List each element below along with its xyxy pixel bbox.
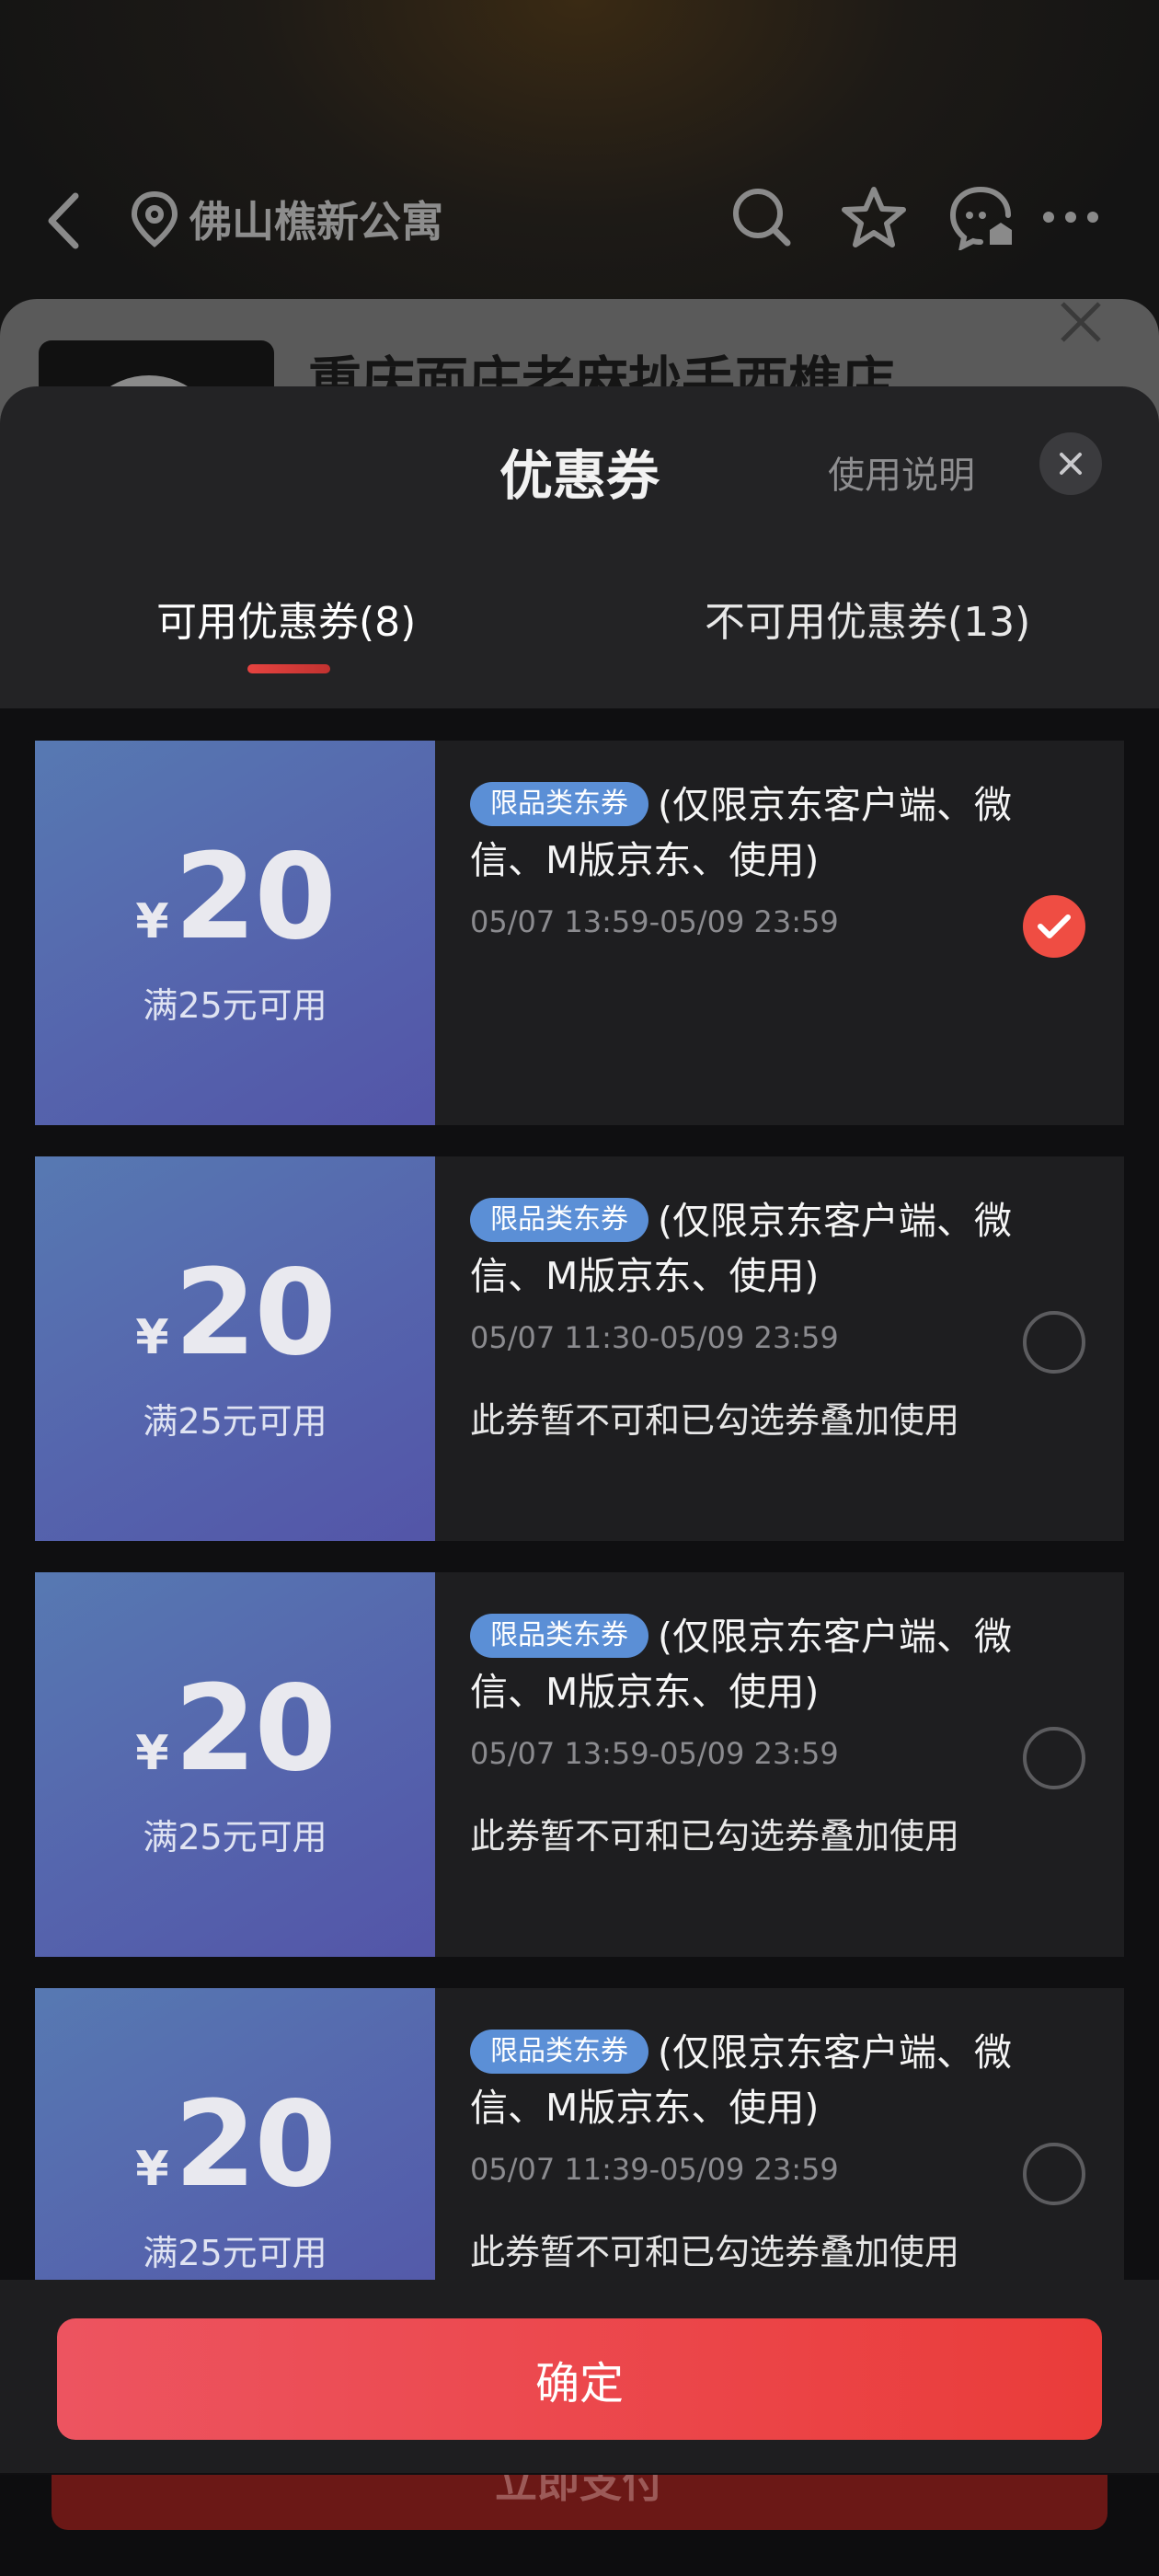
coupon-select-checkbox[interactable] (1023, 1727, 1085, 1789)
check-icon (1038, 914, 1071, 938)
location-name: 佛山樵新公寓 (189, 197, 443, 247)
coupon-amount: ¥ 20 (135, 2076, 337, 2214)
coupon-select-checkbox[interactable] (1023, 1311, 1085, 1374)
star-icon[interactable] (841, 184, 907, 250)
coupon-condition: 满25元可用 (143, 1816, 327, 1857)
coupon-list[interactable]: ¥ 20 满25元可用 限品类东券 (仅限京东客户端、微信、M版京东、使用) 05… (0, 708, 1159, 2475)
confirm-button[interactable]: 确定 (57, 2318, 1102, 2440)
coupon-condition: 满25元可用 (143, 1400, 327, 1442)
shop-title: 重庆面庄老麻抄手西樵店 (308, 351, 896, 394)
coupon-info-panel: 限品类东券 (仅限京东客户端、微信、M版京东、使用) 05/07 13:59-05… (435, 741, 1124, 1125)
coupon-card[interactable]: ¥ 20 满25元可用 限品类东券 (仅限京东客户端、微信、M版京东、使用) 05… (28, 741, 1124, 1125)
coupon-stacking-note: 此券暂不可和已勾选券叠加使用 (470, 1400, 960, 1441)
tab-available-coupons[interactable]: 可用优惠券(8) (156, 589, 416, 648)
coupon-type-tag: 限品类东券 (470, 2030, 648, 2074)
more-icon[interactable] (1038, 184, 1104, 250)
coupon-tabs: 可用优惠券(8) 不可用优惠券(13) (0, 589, 1159, 681)
currency-symbol: ¥ (135, 893, 169, 949)
coupon-sheet: 优惠券 使用说明 可用优惠券(8) 不可用优惠券(13) ¥ 20 满25元可用… (0, 386, 1159, 2475)
coupon-card[interactable]: ¥ 20 满25元可用 限品类东券 (仅限京东客户端、微信、M版京东、使用) 05… (28, 1156, 1124, 1541)
sheet-close-button[interactable] (1039, 432, 1102, 495)
coupon-description-block: 限品类东券 (仅限京东客户端、微信、M版京东、使用) (470, 1609, 1059, 1719)
sheet-title: 优惠券 (499, 444, 660, 507)
coupon-amount: ¥ 20 (135, 1660, 337, 1798)
coupon-amount: ¥ 20 (135, 1244, 337, 1382)
coupon-card[interactable]: ¥ 20 满25元可用 限品类东券 (仅限京东客户端、微信、M版京东、使用) 05… (28, 1572, 1124, 1957)
currency-symbol: ¥ (135, 1725, 169, 1781)
confirm-footer: 确定 (0, 2280, 1159, 2473)
coupon-stacking-note: 此券暂不可和已勾选券叠加使用 (470, 2232, 960, 2272)
coupon-condition: 满25元可用 (143, 984, 327, 1026)
coupon-info-panel: 限品类东券 (仅限京东客户端、微信、M版京东、使用) 05/07 11:30-05… (435, 1156, 1124, 1541)
usage-instructions-link[interactable]: 使用说明 (828, 445, 975, 499)
coupon-condition: 满25元可用 (143, 2232, 327, 2273)
tab-unavailable-coupons[interactable]: 不可用优惠券(13) (705, 589, 1030, 648)
coupon-value-panel: ¥ 20 满25元可用 (28, 1572, 435, 1957)
back-arrow-icon[interactable] (37, 189, 92, 253)
coupon-value-panel: ¥ 20 满25元可用 (28, 1156, 435, 1541)
message-icon[interactable] (947, 184, 1014, 250)
tab-active-indicator (247, 664, 330, 673)
coupon-info-panel: 限品类东券 (仅限京东客户端、微信、M版京东、使用) 05/07 13:59-05… (435, 1572, 1124, 1957)
location-pin-icon (131, 190, 178, 247)
coupon-description-block: 限品类东券 (仅限京东客户端、微信、M版京东、使用) (470, 2025, 1059, 2135)
coupon-select-checkbox[interactable] (1023, 2143, 1085, 2205)
coupon-select-checkbox[interactable] (1023, 895, 1085, 958)
location-selector[interactable]: 佛山樵新公寓 (129, 189, 443, 249)
coupon-description-block: 限品类东券 (仅限京东客户端、微信、M版京东、使用) (470, 777, 1059, 888)
close-icon (1060, 453, 1082, 475)
amount-value: 20 (174, 1660, 337, 1798)
coupon-stacking-note: 此券暂不可和已勾选券叠加使用 (470, 1816, 960, 1857)
search-icon[interactable] (729, 184, 795, 250)
coupon-description-block: 限品类东券 (仅限京东客户端、微信、M版京东、使用) (470, 1193, 1059, 1304)
currency-symbol: ¥ (135, 1309, 169, 1365)
currency-symbol: ¥ (135, 2141, 169, 2197)
coupon-type-tag: 限品类东券 (470, 1614, 648, 1658)
coupon-type-tag: 限品类东券 (470, 1198, 648, 1242)
amount-value: 20 (174, 1244, 337, 1382)
amount-value: 20 (174, 828, 337, 966)
coupon-value-panel: ¥ 20 满25元可用 (28, 741, 435, 1125)
close-icon[interactable] (1053, 294, 1108, 350)
coupon-type-tag: 限品类东券 (470, 782, 648, 826)
amount-value: 20 (174, 2076, 337, 2214)
coupon-amount: ¥ 20 (135, 828, 337, 966)
